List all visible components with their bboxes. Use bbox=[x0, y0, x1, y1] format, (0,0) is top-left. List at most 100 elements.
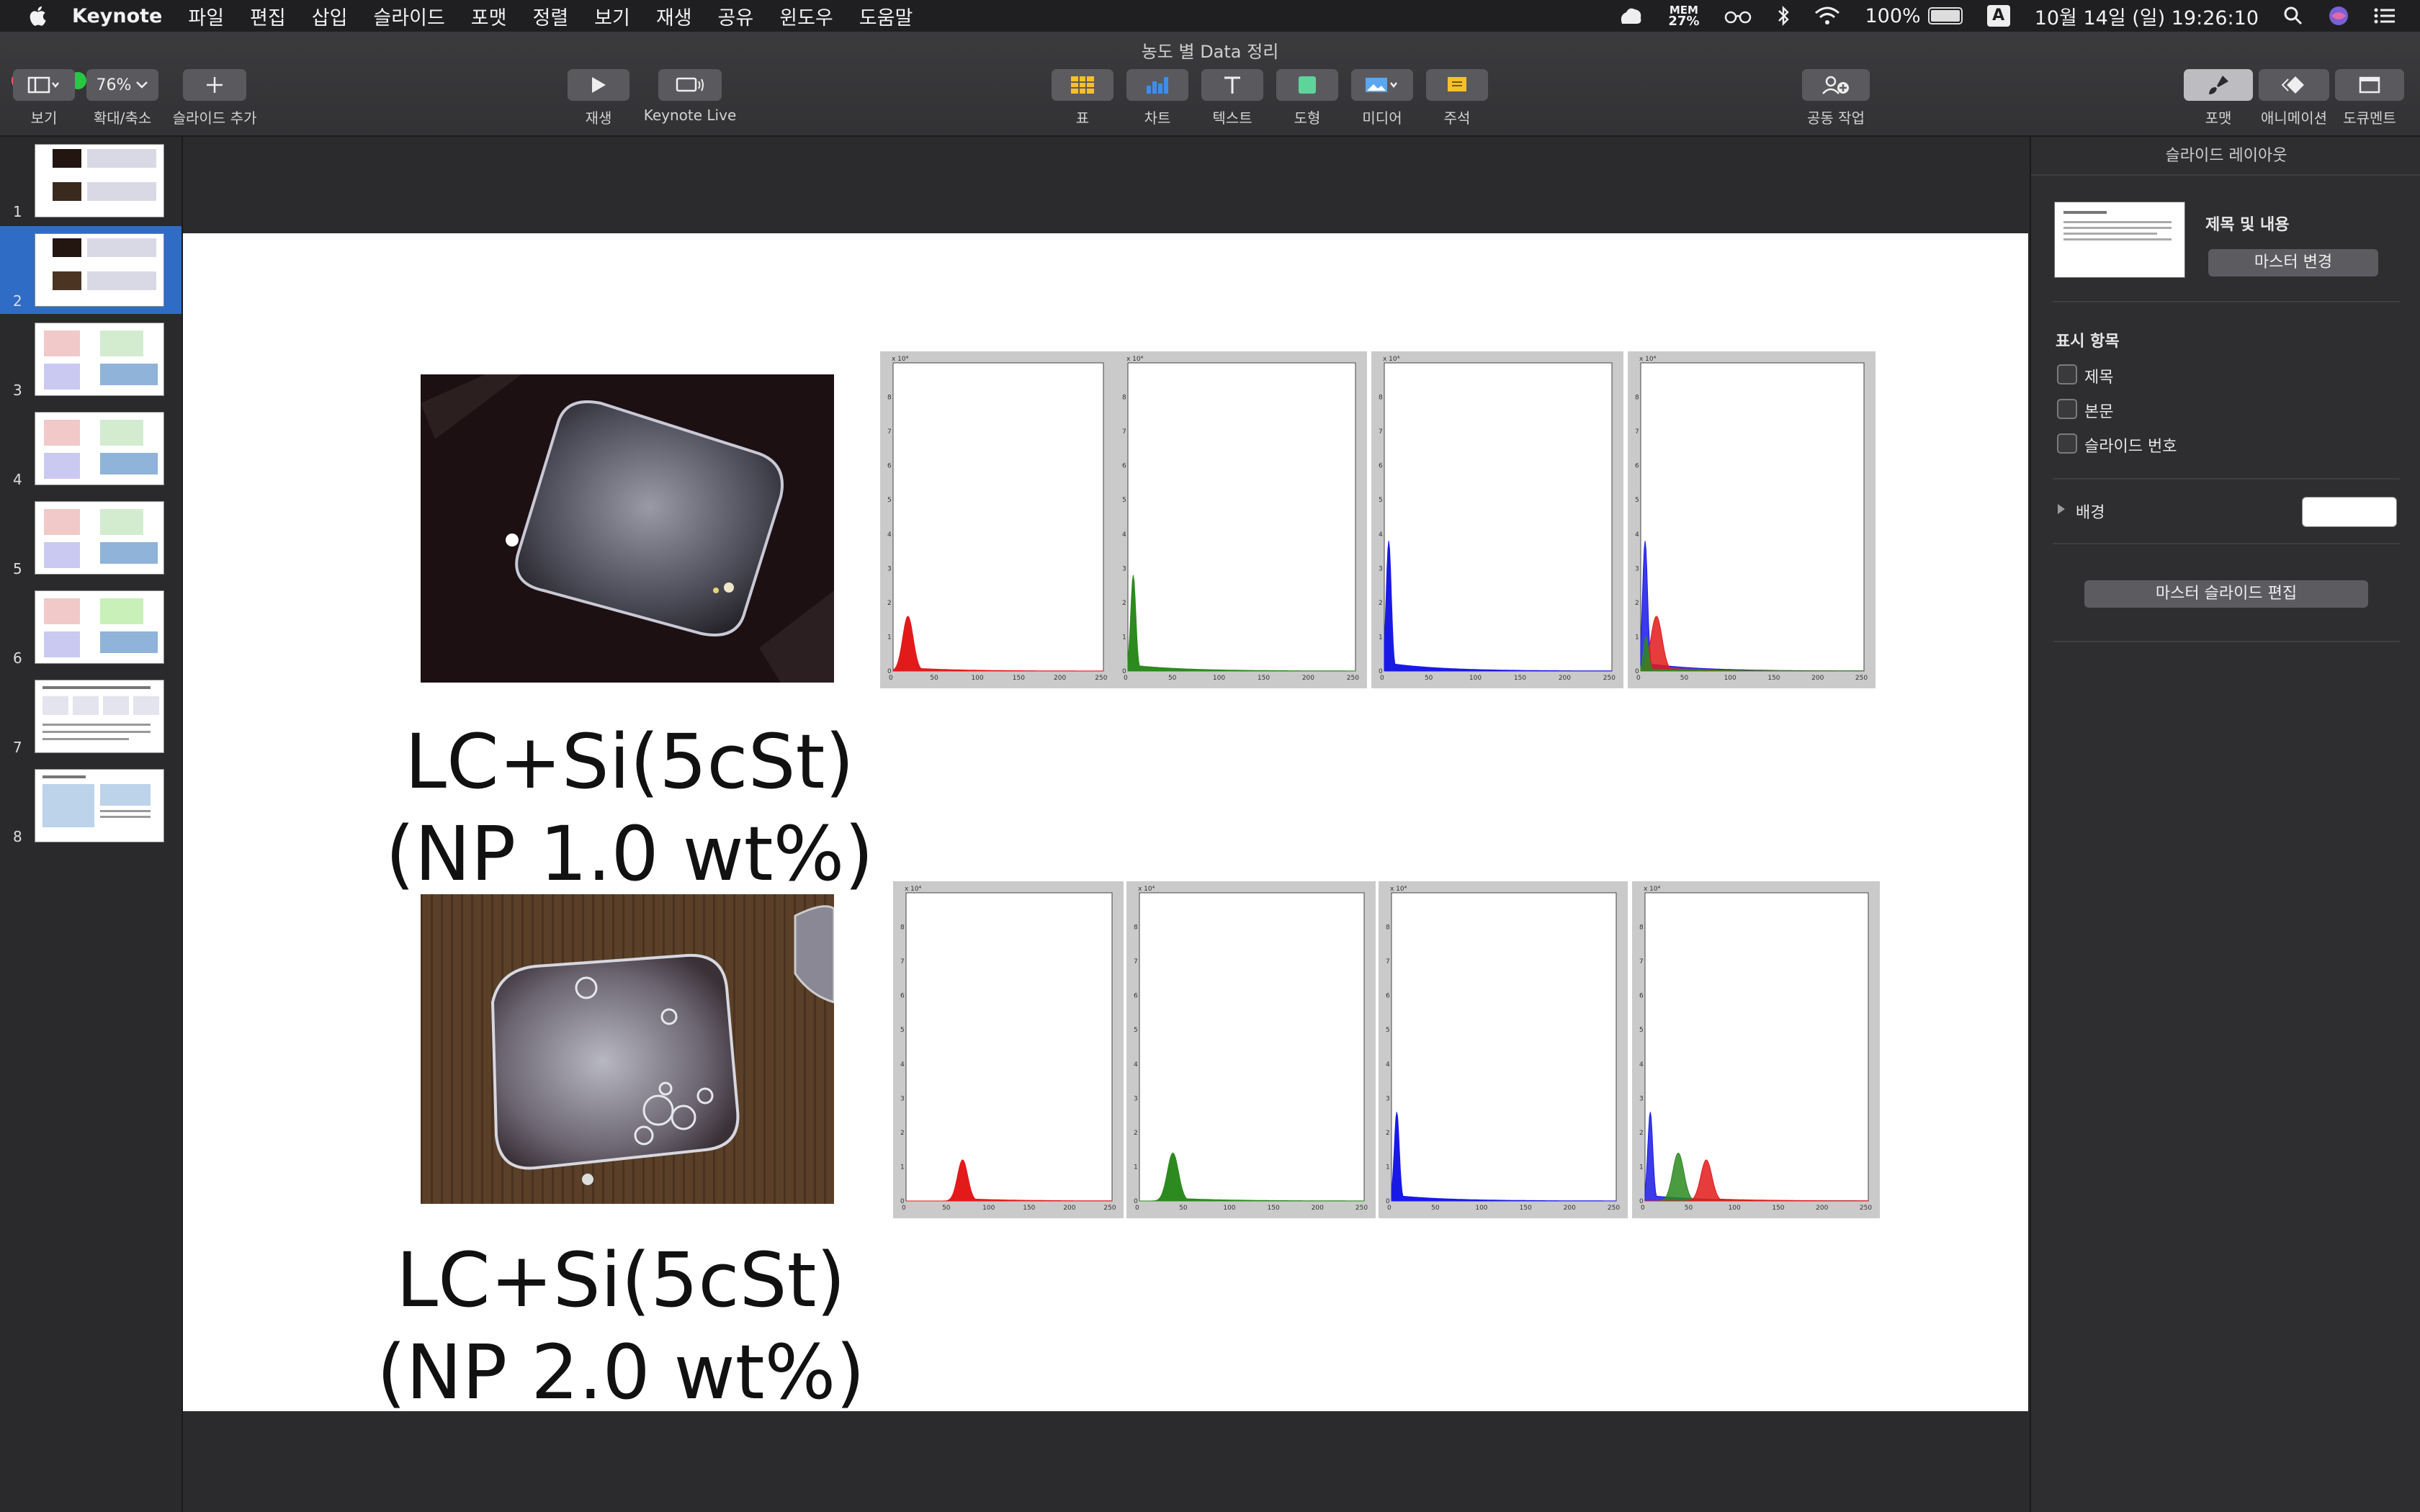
caption-np-1-0[interactable]: LC+Si(5cSt) (NP 1.0 wt%) bbox=[363, 716, 896, 900]
microscope-image-np-1-0[interactable] bbox=[421, 374, 834, 683]
collaborate-button[interactable] bbox=[1802, 69, 1870, 101]
y-tick-label: 6 bbox=[1134, 993, 1138, 1000]
table-label: 표 bbox=[1075, 109, 1090, 127]
media-button[interactable] bbox=[1351, 69, 1413, 101]
menu-view[interactable]: 보기 bbox=[594, 2, 630, 30]
glasses-icon[interactable] bbox=[1724, 7, 1752, 24]
histogram-svg: x 10⁴0123456780 50 100 150 200 250 bbox=[1639, 886, 1872, 1212]
inspector-title: 슬라이드 레이아웃 bbox=[2165, 147, 2287, 165]
clock[interactable]: 10월 14일 (일) 19:26:10 bbox=[2035, 2, 2259, 30]
histogram-panel[interactable]: x 10⁴ 0 1 2 3 4 5 6 7 8 0 50 100 150 200 250 bbox=[1126, 881, 1376, 1218]
body-checkbox[interactable] bbox=[2057, 399, 2077, 419]
bluetooth-icon[interactable] bbox=[1777, 5, 1790, 27]
x-tick-label: 200 bbox=[1811, 675, 1824, 682]
y-tick-label: 4 bbox=[1379, 531, 1383, 539]
x-tick-label: 200 bbox=[1063, 1205, 1075, 1212]
menu-help[interactable]: 도움말 bbox=[859, 2, 913, 30]
y-tick-label: 5 bbox=[1386, 1027, 1390, 1034]
menu-slide[interactable]: 슬라이드 bbox=[373, 2, 444, 30]
menu-bar: Keynote 파일 편집 삽입 슬라이드 포맷 정렬 보기 재생 공유 윈도우… bbox=[0, 0, 2420, 32]
battery-status[interactable]: 100% bbox=[1865, 5, 1963, 27]
memory-monitor[interactable]: MEM 27% bbox=[1668, 4, 1699, 28]
slide-thumbnail-6[interactable]: 6 bbox=[0, 583, 182, 671]
slide-thumbnail-8[interactable]: 8 bbox=[0, 762, 182, 850]
siri-icon[interactable] bbox=[2328, 5, 2349, 27]
input-source-indicator[interactable]: A bbox=[1986, 5, 2010, 27]
creative-cloud-icon[interactable] bbox=[1619, 5, 1644, 27]
status-area: MEM 27% 100% A 10월 14일 (일) 19:26:10 bbox=[1619, 0, 2420, 32]
shape-button[interactable] bbox=[1276, 69, 1338, 101]
slide-thumbnail-3[interactable]: 3 bbox=[0, 315, 182, 403]
play-button[interactable] bbox=[568, 69, 629, 101]
window-title: 농도 별 Data 정리 bbox=[1141, 42, 1279, 62]
microscope-image-np-2-0[interactable] bbox=[421, 894, 835, 1204]
menu-edit[interactable]: 편집 bbox=[250, 2, 286, 30]
add-slide-label: 슬라이드 추가 bbox=[172, 109, 257, 127]
y-tick-label: 3 bbox=[1379, 565, 1383, 572]
y-tick-label: 4 bbox=[887, 531, 892, 539]
x-tick-label: 0 bbox=[1636, 675, 1641, 682]
slide-thumbnail-1[interactable]: 1 bbox=[0, 137, 182, 225]
text-button[interactable] bbox=[1201, 69, 1263, 101]
format-tab-button[interactable] bbox=[2184, 69, 2253, 101]
histogram-panel[interactable]: x 10⁴ 0 1 2 3 4 5 6 7 8 0 50 100 150 200 250 bbox=[1628, 351, 1876, 688]
y-tick-label: 2 bbox=[1635, 600, 1639, 607]
slide-thumbnail-2[interactable]: 2 bbox=[0, 226, 182, 314]
menu-window[interactable]: 윈도우 bbox=[779, 2, 833, 30]
table-button[interactable] bbox=[1052, 69, 1113, 101]
axis-exponent-label: x 10⁴ bbox=[905, 886, 922, 893]
background-color-well[interactable] bbox=[2302, 497, 2397, 527]
menu-format[interactable]: 포맷 bbox=[471, 2, 507, 30]
histogram-panel[interactable]: x 10⁴ 0 1 2 3 4 5 6 7 8 0 50 100 150 200 250 bbox=[1115, 351, 1367, 688]
y-tick-label: 2 bbox=[1134, 1130, 1138, 1137]
histogram-panel[interactable]: x 10⁴ 0 1 2 3 4 5 6 7 8 0 50 100 150 200 250 bbox=[1371, 351, 1623, 688]
menu-share[interactable]: 공유 bbox=[718, 2, 754, 30]
slide-canvas-area[interactable]: LC+Si(5cSt) (NP 1.0 wt%) LC+Si(5cSt) (NP… bbox=[183, 137, 2028, 1512]
edit-master-slide-button[interactable]: 마스터 슬라이드 편집 bbox=[2084, 580, 2368, 608]
x-tick-label: 200 bbox=[1054, 675, 1066, 682]
y-tick-label: 1 bbox=[1635, 634, 1639, 641]
menu-insert[interactable]: 삽입 bbox=[312, 2, 348, 30]
histogram-panel[interactable]: x 10⁴ 0 1 2 3 4 5 6 7 8 0 50 100 150 200 250 bbox=[893, 881, 1124, 1218]
slide-thumbnail-7[interactable]: 7 bbox=[0, 672, 182, 760]
disclosure-triangle-icon[interactable] bbox=[2056, 503, 2067, 516]
slide-thumbnail-4[interactable]: 4 bbox=[0, 405, 182, 492]
histogram-panel[interactable]: x 10⁴ 0 1 2 3 4 5 6 7 8 0 50 100 150 200 250 bbox=[1379, 881, 1628, 1218]
comment-button[interactable] bbox=[1426, 69, 1488, 101]
view-label: 보기 bbox=[30, 109, 58, 127]
zoom-select[interactable]: 76% bbox=[86, 69, 158, 101]
y-tick-label: 7 bbox=[1134, 958, 1138, 966]
slide-number: 7 bbox=[13, 739, 22, 756]
change-master-button[interactable]: 마스터 변경 bbox=[2208, 249, 2378, 276]
apple-icon[interactable] bbox=[27, 4, 50, 27]
animate-tab-button[interactable] bbox=[2259, 69, 2329, 101]
slide-number-checkbox[interactable] bbox=[2057, 433, 2077, 454]
divider bbox=[2053, 641, 2400, 642]
document-tab-button[interactable] bbox=[2335, 69, 2404, 101]
wifi-icon[interactable] bbox=[1814, 6, 1840, 26]
chart-button[interactable] bbox=[1126, 69, 1188, 101]
slide-navigator[interactable]: 1 2 3 4 5 6 7 8 bbox=[0, 137, 183, 1512]
y-tick-label: 5 bbox=[1122, 497, 1126, 504]
menu-file[interactable]: 파일 bbox=[188, 2, 224, 30]
plot-area bbox=[1391, 892, 1617, 1202]
histogram-panel[interactable]: x 10⁴ 0 1 2 3 4 5 6 7 8 0 50 100 150 200 250 bbox=[1632, 881, 1880, 1218]
x-tick-label: 100 bbox=[1724, 675, 1736, 682]
slide-thumbnail-5[interactable]: 5 bbox=[0, 494, 182, 582]
title-checkbox[interactable] bbox=[2057, 364, 2077, 384]
app-menu[interactable]: Keynote bbox=[72, 5, 162, 27]
layout-preview[interactable] bbox=[2054, 202, 2185, 278]
menu-arrange[interactable]: 정렬 bbox=[532, 2, 568, 30]
slide-number: 2 bbox=[13, 292, 22, 310]
add-slide-button[interactable] bbox=[183, 69, 246, 101]
keynote-live-button[interactable] bbox=[658, 69, 722, 101]
caption-np-2-0[interactable]: LC+Si(5cSt) (NP 2.0 wt%) bbox=[344, 1234, 897, 1411]
y-tick-label: 6 bbox=[1639, 993, 1644, 1000]
spotlight-search-icon[interactable] bbox=[2283, 6, 2303, 26]
shape-icon bbox=[1299, 76, 1316, 94]
histogram-panel[interactable]: x 10⁴ 0 1 2 3 4 5 6 7 8 0 50 100 150 200 250 bbox=[880, 351, 1115, 688]
menu-play[interactable]: 재생 bbox=[656, 2, 692, 30]
notification-center-icon[interactable] bbox=[2374, 7, 2396, 24]
view-button[interactable] bbox=[13, 69, 75, 101]
slide-canvas[interactable]: LC+Si(5cSt) (NP 1.0 wt%) LC+Si(5cSt) (NP… bbox=[183, 233, 2028, 1411]
